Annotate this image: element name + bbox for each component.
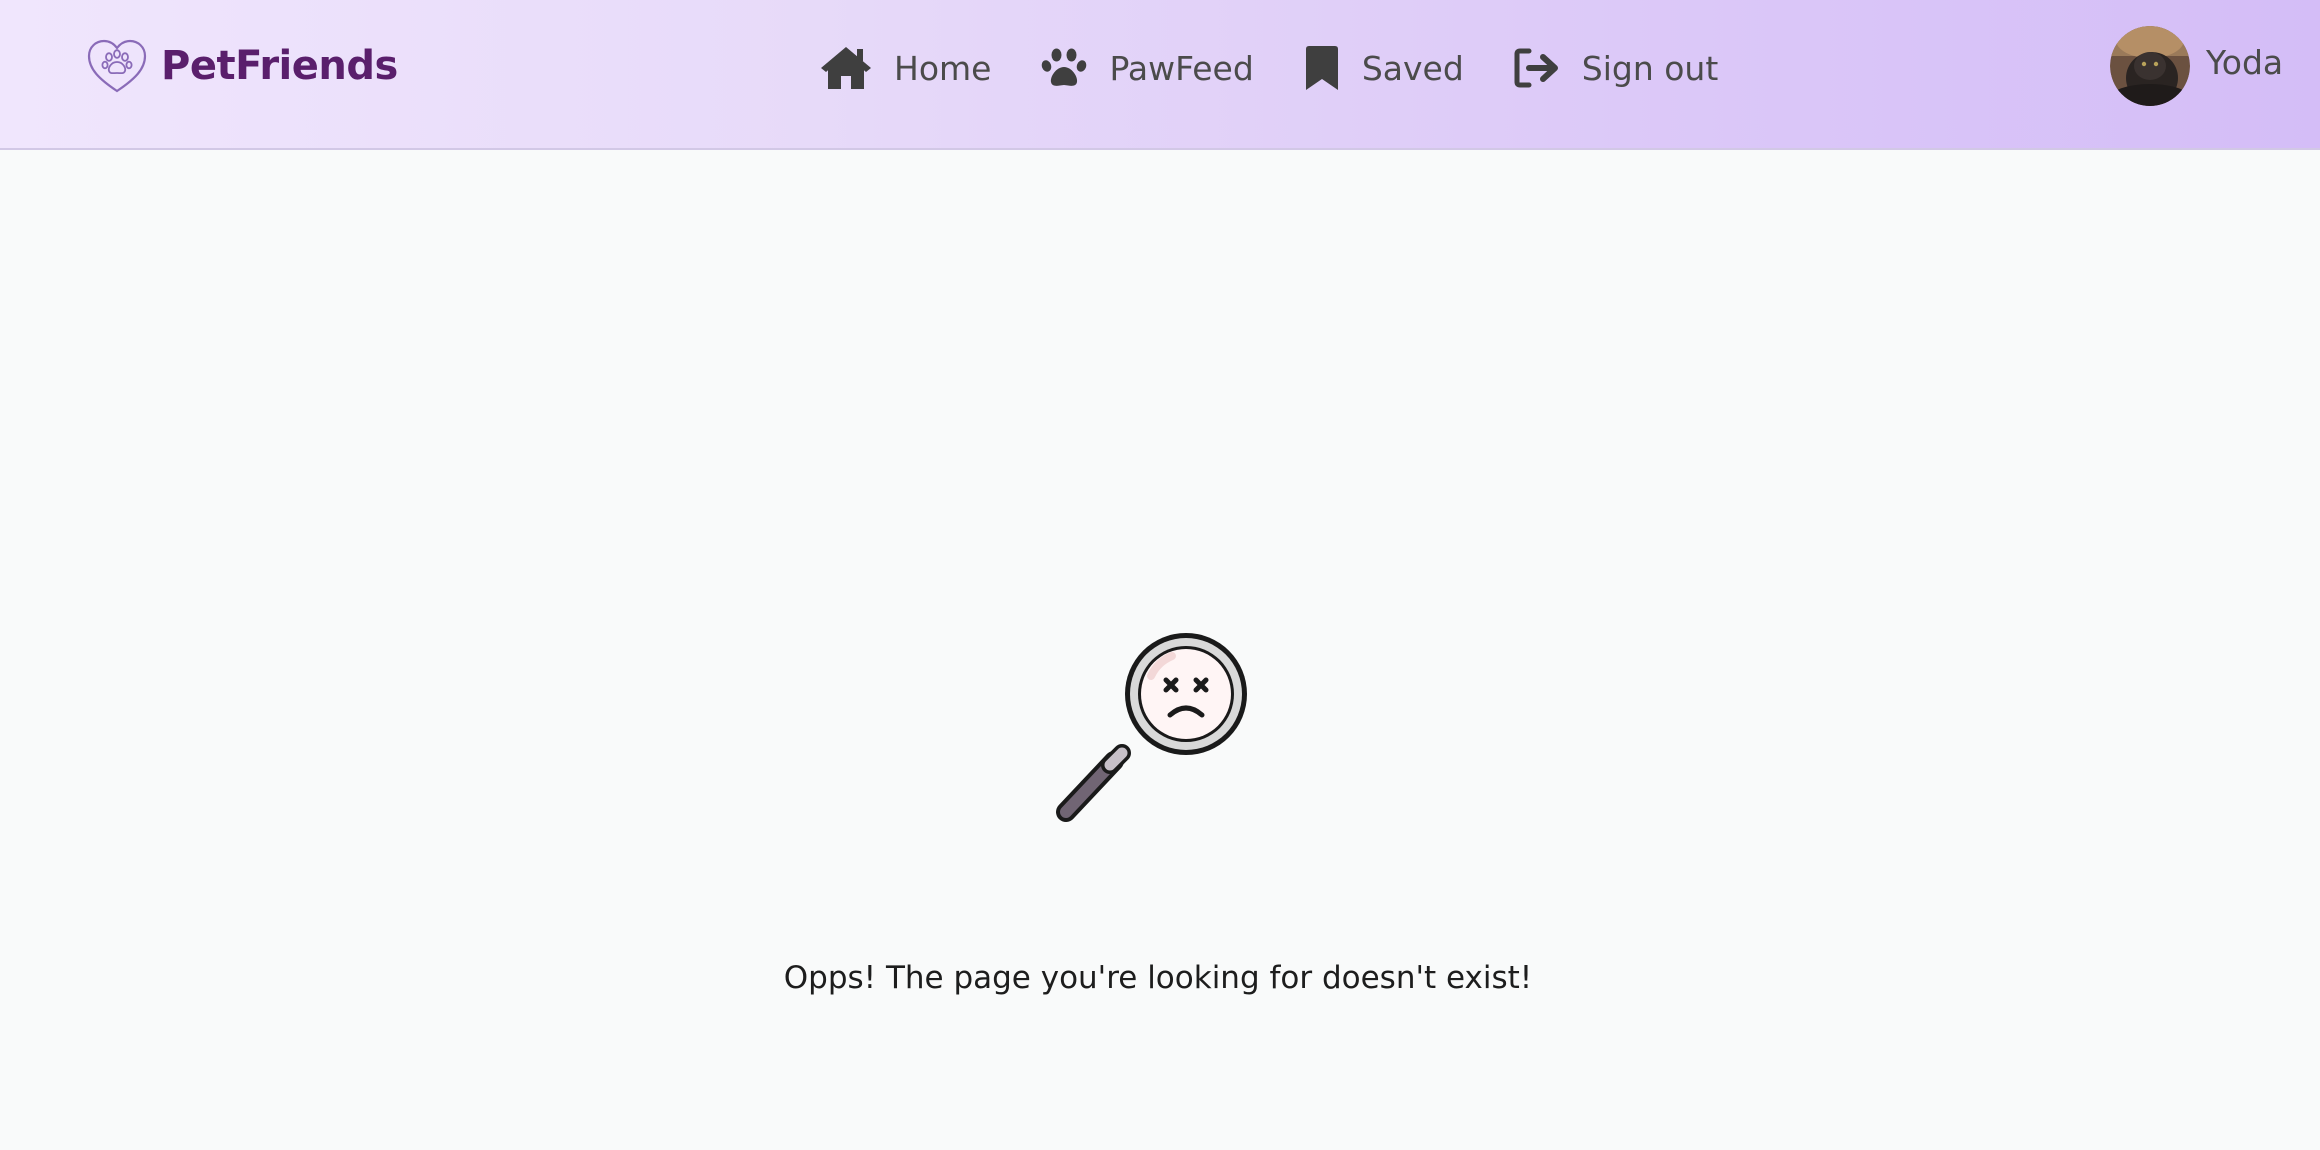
- user-name: Yoda: [2206, 42, 2284, 82]
- nav-label-pawfeed: PawFeed: [1109, 48, 1254, 88]
- top-navbar: PetFriends Home PawFeed Saved Sign out Y…: [0, 0, 2320, 150]
- nav-item-home[interactable]: Home: [820, 40, 991, 96]
- nav-item-sign-out[interactable]: Sign out: [1514, 40, 1719, 96]
- paw-icon: [1042, 48, 1087, 86]
- main-nav: Home PawFeed Saved Sign out: [820, 40, 1718, 96]
- brand-home-link[interactable]: PetFriends: [85, 36, 398, 96]
- nav-label-home: Home: [894, 48, 992, 88]
- nav-label-sign-out: Sign out: [1581, 48, 1719, 88]
- nav-label-saved: Saved: [1361, 48, 1464, 88]
- user-menu[interactable]: Yoda: [2110, 26, 2283, 106]
- nav-item-pawfeed[interactable]: PawFeed: [1041, 40, 1254, 96]
- avatar: [2110, 26, 2190, 106]
- nav-item-saved[interactable]: Saved: [1304, 40, 1464, 96]
- sign-out-icon: [1514, 48, 1558, 88]
- bookmark-icon: [1305, 46, 1338, 90]
- heart-paw-icon: [87, 39, 147, 93]
- brand-name: PetFriends: [161, 43, 398, 89]
- not-found-message: Opps! The page you're looking for doesn'…: [783, 960, 1533, 996]
- sad-magnifier-icon: [1056, 633, 1247, 822]
- home-icon: [821, 47, 871, 89]
